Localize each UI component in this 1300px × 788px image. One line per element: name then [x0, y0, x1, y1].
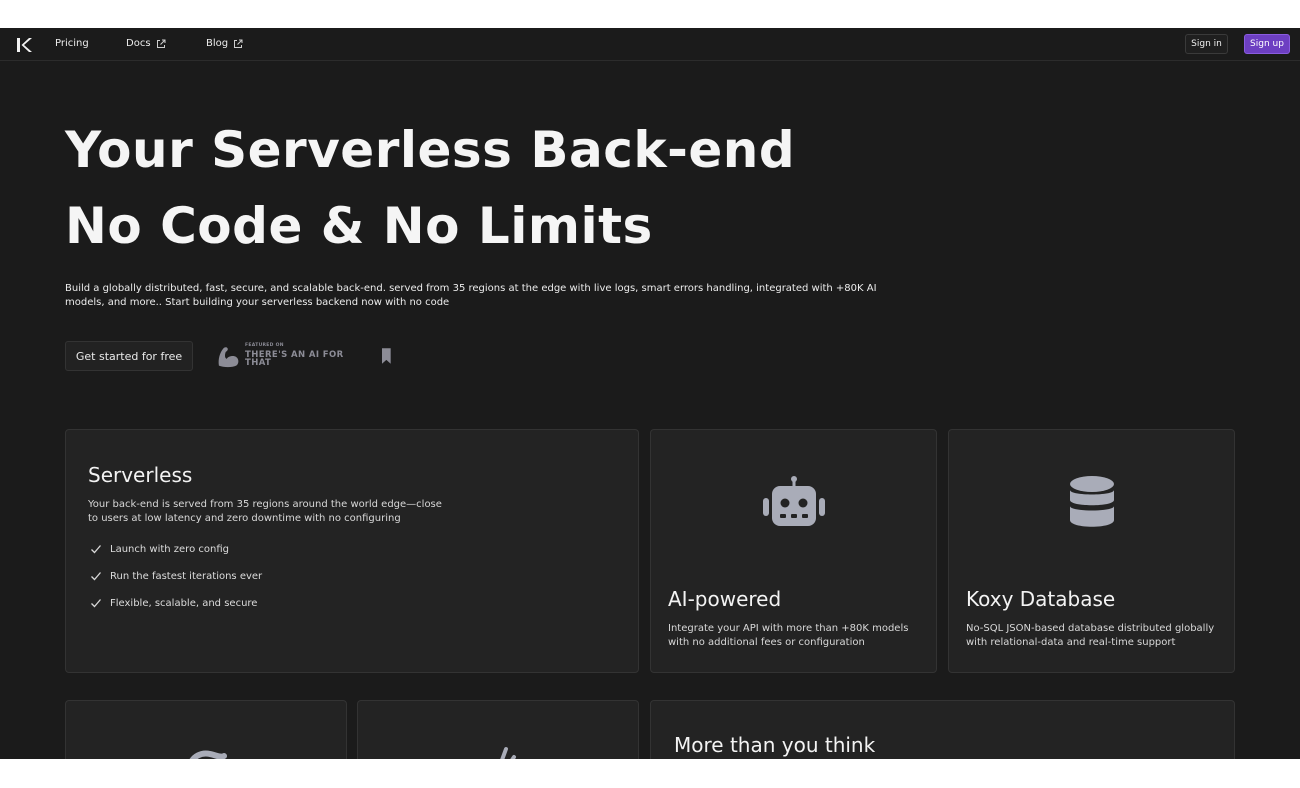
external-link-icon	[234, 39, 243, 48]
badge-big-text: THERE'S AN AI FOR THAT	[245, 349, 344, 369]
hero-description: Build a globally distributed, fast, secu…	[65, 283, 877, 308]
hero-title-line1: Your Serverless Back-end	[65, 121, 796, 179]
serverless-card: Serverless Your back-end is served from …	[65, 429, 639, 673]
sign-in-button[interactable]: Sign in	[1185, 34, 1228, 54]
external-link-icon	[156, 39, 166, 48]
feature-label: Run the fastest iterations ever	[110, 570, 263, 582]
badge-text: FEATURED ON THERE'S AN AI FOR THAT	[245, 344, 368, 368]
flexed-arm-icon	[218, 347, 239, 368]
feature-icon	[189, 750, 227, 759]
feature-item: Flexible, scalable, and secure	[90, 597, 257, 609]
feature-item: Run the fastest iterations ever	[90, 570, 262, 582]
card-title: Koxy Database	[966, 587, 1116, 611]
theres-an-ai-for-that-badge[interactable]: FEATURED ON THERE'S AN AI FOR THAT	[216, 343, 391, 369]
card-description: No-SQL JSON-based database distributed g…	[966, 623, 1215, 648]
nav-link-label: Blog	[206, 38, 229, 49]
feature-icon	[500, 747, 516, 759]
robot-icon	[763, 476, 825, 526]
bookmark-icon	[382, 348, 391, 364]
nav-link-label: Pricing	[55, 38, 89, 49]
feature-card	[357, 700, 639, 759]
nav-link-pricing[interactable]: Pricing	[55, 38, 89, 49]
nav-link-docs[interactable]: Docs	[126, 38, 166, 49]
feature-label: Launch with zero config	[110, 543, 229, 555]
card-title: AI-powered	[668, 587, 782, 611]
check-icon	[91, 572, 101, 581]
card-description: Your back-end is served from 35 regions …	[88, 499, 442, 524]
nav-link-label: Docs	[126, 38, 151, 49]
check-icon	[91, 599, 101, 608]
top-navbar: Pricing Docs Blog Sign in Sign up	[0, 28, 1300, 61]
sign-up-button[interactable]: Sign up	[1244, 34, 1290, 54]
card-title: More than you think	[674, 733, 876, 757]
ai-powered-card: AI-powered Integrate your API with more …	[650, 429, 937, 673]
get-started-button[interactable]: Get started for free	[65, 341, 193, 371]
database-icon	[1070, 476, 1114, 527]
feature-item: Launch with zero config	[90, 543, 229, 555]
feature-card	[65, 700, 347, 759]
check-icon	[91, 545, 101, 554]
badge-small-text: FEATURED ON	[245, 343, 284, 349]
koxy-database-card: Koxy Database No-SQL JSON-based database…	[948, 429, 1235, 673]
koxy-logo-icon[interactable]	[16, 37, 32, 53]
feature-label: Flexible, scalable, and secure	[110, 597, 258, 609]
hero-title: Your Serverless Back-end No Code & No Li…	[65, 112, 795, 264]
hero-title-line2: No Code & No Limits	[65, 197, 653, 255]
card-description: Integrate your API with more than +80K m…	[668, 623, 909, 648]
card-title: Serverless	[88, 463, 193, 487]
nav-link-blog[interactable]: Blog	[206, 38, 243, 49]
page-viewport: Pricing Docs Blog Sign in Sign up Your S…	[0, 28, 1300, 759]
more-features-card: More than you think	[650, 700, 1235, 759]
